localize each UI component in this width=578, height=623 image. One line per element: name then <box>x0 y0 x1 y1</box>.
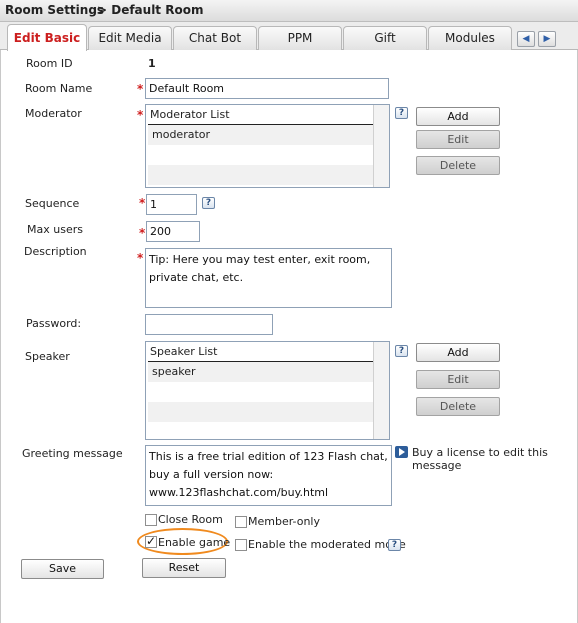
moderator-edit-button[interactable]: Edit <box>416 130 500 149</box>
member-only-label: Member-only <box>248 515 320 528</box>
speaker-edit-button[interactable]: Edit <box>416 370 500 389</box>
speaker-label: Speaker <box>25 350 70 363</box>
breadcrumb: > Default Room <box>97 3 204 17</box>
moderator-add-button[interactable]: Add <box>416 107 500 126</box>
enable-game-checkbox[interactable]: ✓ <box>145 535 157 548</box>
moderated-mode-label: Enable the moderated mode <box>248 538 406 551</box>
tab-scroll-left-icon[interactable]: ◀ <box>517 31 535 47</box>
required-mark: * <box>139 196 146 210</box>
greeting-label: Greeting message <box>22 447 123 460</box>
required-mark: * <box>137 251 144 265</box>
buy-license-link[interactable]: Buy a license to edit this message <box>412 446 578 472</box>
room-name-label: Room Name <box>25 82 93 95</box>
greeting-textarea[interactable] <box>145 445 392 506</box>
list-row-empty <box>148 145 387 165</box>
tab-scroll-right-icon[interactable]: ▶ <box>538 31 556 47</box>
moderator-delete-button[interactable]: Delete <box>416 156 500 175</box>
list-row-empty <box>148 382 387 402</box>
moderator-label: Moderator <box>25 107 82 120</box>
reset-button[interactable]: Reset <box>142 558 226 578</box>
room-id-value: 1 <box>148 57 156 70</box>
moderated-mode-checkbox[interactable] <box>235 539 247 551</box>
list-row-empty <box>148 165 387 185</box>
member-only-checkbox[interactable] <box>235 516 247 528</box>
sequence-label: Sequence <box>25 197 80 210</box>
buy-license-icon[interactable] <box>395 446 408 458</box>
save-button[interactable]: Save <box>21 559 104 579</box>
tab-ppm[interactable]: PPM <box>258 26 342 50</box>
speaker-delete-button[interactable]: Delete <box>416 397 500 416</box>
speaker-help-icon[interactable]: ? <box>395 345 408 357</box>
list-item[interactable]: moderator <box>148 125 387 145</box>
sequence-input[interactable] <box>146 194 197 215</box>
moderator-list[interactable]: Moderator List moderator <box>145 104 390 188</box>
room-id-label: Room ID <box>26 57 73 70</box>
required-mark: * <box>137 108 144 122</box>
speaker-list-header: Speaker List <box>148 342 387 362</box>
room-name-input[interactable] <box>145 78 389 99</box>
speaker-add-button[interactable]: Add <box>416 343 500 362</box>
list-row-empty <box>148 402 387 422</box>
tab-chat-bot[interactable]: Chat Bot <box>173 26 257 50</box>
close-room-checkbox[interactable] <box>145 514 157 526</box>
required-mark: * <box>137 82 144 96</box>
max-users-input[interactable] <box>146 221 200 242</box>
tab-modules[interactable]: Modules <box>428 26 512 50</box>
required-mark: * <box>139 226 146 240</box>
section-title: Room Settings <box>5 3 105 17</box>
password-input[interactable] <box>145 314 273 335</box>
tab-edit-basic[interactable]: Edit Basic <box>7 24 87 51</box>
list-item[interactable]: speaker <box>148 362 387 382</box>
close-room-label: Close Room <box>158 513 223 526</box>
description-label: Description <box>24 245 87 258</box>
moderator-list-header: Moderator List <box>148 105 387 125</box>
password-label: Password: <box>26 317 82 330</box>
moderator-list-scrollbar[interactable] <box>373 105 389 187</box>
sequence-help-icon[interactable]: ? <box>202 197 215 209</box>
description-textarea[interactable] <box>145 248 392 308</box>
list-row-empty <box>148 422 387 439</box>
max-users-label: Max users <box>27 223 83 236</box>
speaker-list[interactable]: Speaker List speaker <box>145 341 390 440</box>
tab-edit-media[interactable]: Edit Media <box>88 26 172 50</box>
speaker-list-scrollbar[interactable] <box>373 342 389 439</box>
tab-gift[interactable]: Gift <box>343 26 427 50</box>
title-bar: Room Settings > Default Room <box>0 0 578 22</box>
moderator-help-icon[interactable]: ? <box>395 107 408 119</box>
enable-game-label: Enable game <box>158 536 231 549</box>
moderated-mode-help-icon[interactable]: ? <box>388 539 401 551</box>
